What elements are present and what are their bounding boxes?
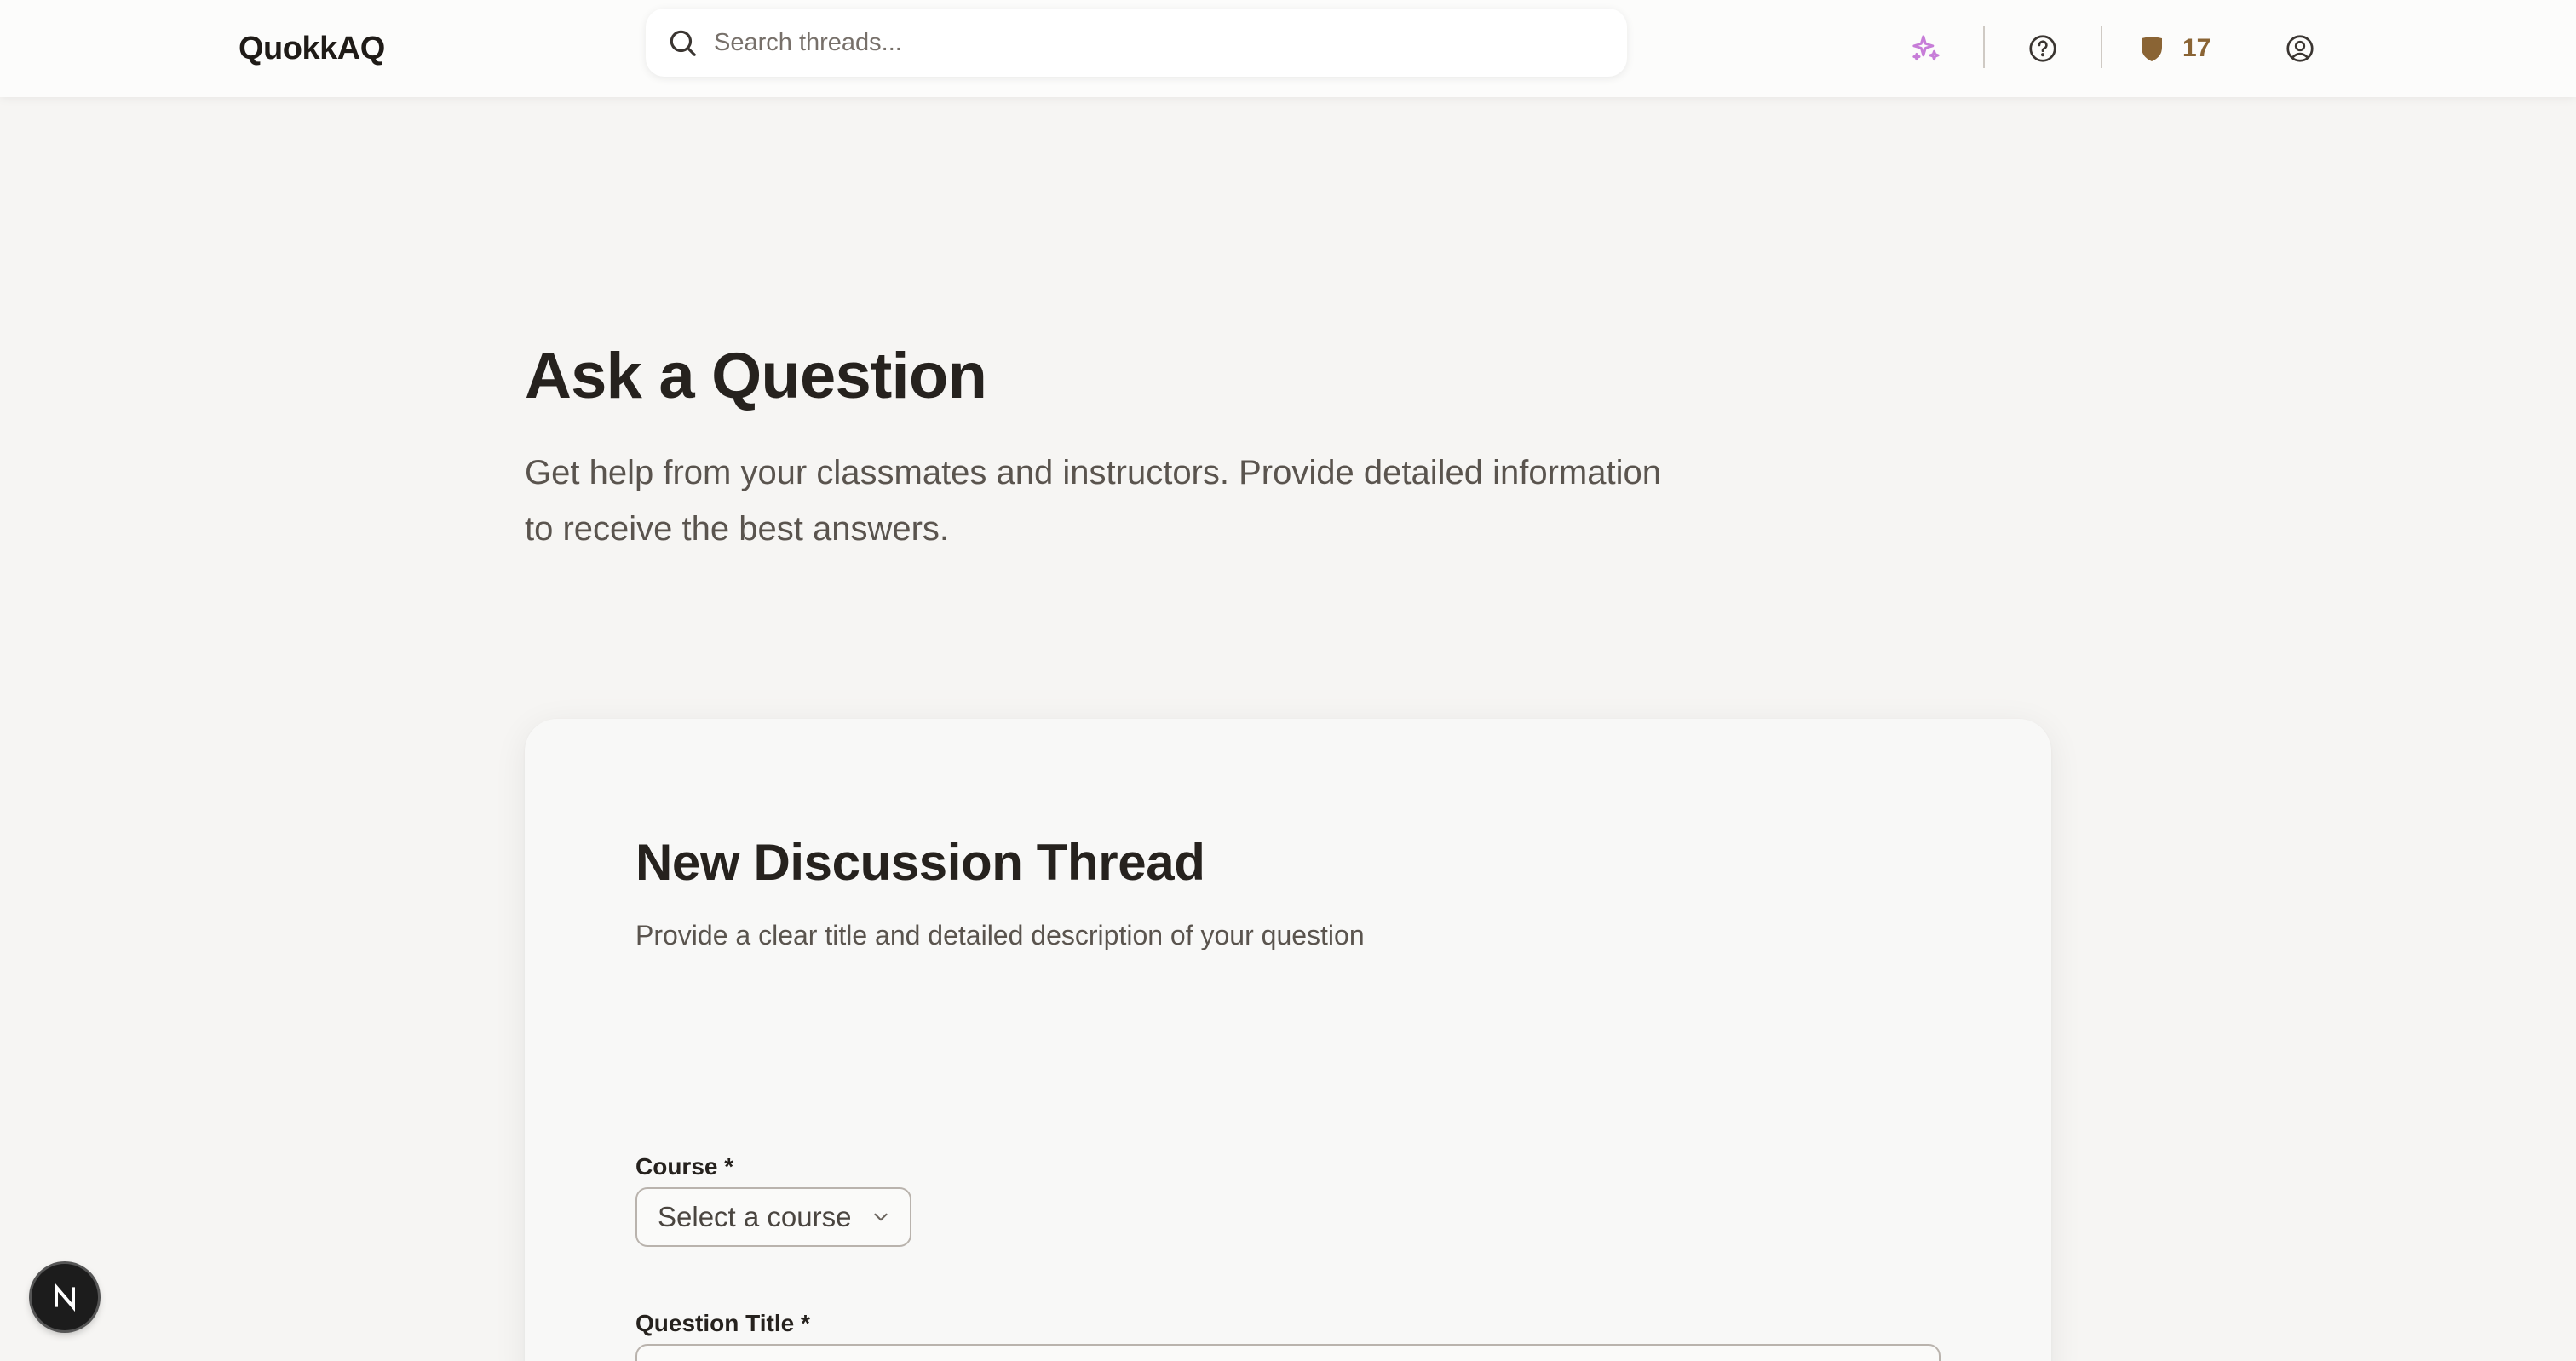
divider — [1983, 26, 1985, 68]
course-label: Course * — [635, 1153, 734, 1180]
page-subtitle-line: to receive the best answers. — [525, 510, 950, 548]
shield-icon — [2142, 37, 2162, 61]
letter-n-icon — [55, 1282, 75, 1312]
reputation-points[interactable]: 17 — [2136, 24, 2211, 73]
search-icon — [670, 30, 696, 56]
search-input[interactable] — [714, 28, 1566, 57]
dev-tools-badge[interactable] — [32, 1264, 98, 1330]
ai-assistant-button[interactable] — [1901, 24, 1951, 73]
top-navigation-bar: QuokkAQ 17 — [0, 0, 2576, 97]
question-title-input[interactable] — [635, 1344, 1941, 1361]
page-subtitle-line: Get help from your classmates and instru… — [525, 454, 1661, 491]
profile-button[interactable] — [2275, 24, 2325, 73]
search-bar[interactable] — [646, 9, 1627, 77]
page-subtitle: Get help from your classmates and instru… — [525, 445, 1683, 557]
form-subtitle: Provide a clear title and detailed descr… — [635, 920, 1365, 950]
help-circle-icon — [2029, 35, 2056, 62]
course-select[interactable]: Select a course — [635, 1187, 911, 1247]
brand-logo[interactable]: QuokkAQ — [239, 24, 385, 73]
user-circle-icon — [2286, 35, 2314, 62]
form-title: New Discussion Thread — [635, 834, 1205, 891]
help-button[interactable] — [2018, 24, 2067, 73]
new-thread-card: New Discussion Thread Provide a clear ti… — [525, 719, 2051, 1361]
page-title: Ask a Question — [525, 340, 987, 412]
question-title-label: Question Title * — [635, 1310, 810, 1336]
divider — [2101, 26, 2102, 68]
chevron-down-icon — [874, 1213, 888, 1221]
points-count: 17 — [2182, 34, 2211, 62]
course-select-value: Select a course — [658, 1201, 852, 1232]
sparkles-icon — [1912, 35, 1940, 61]
